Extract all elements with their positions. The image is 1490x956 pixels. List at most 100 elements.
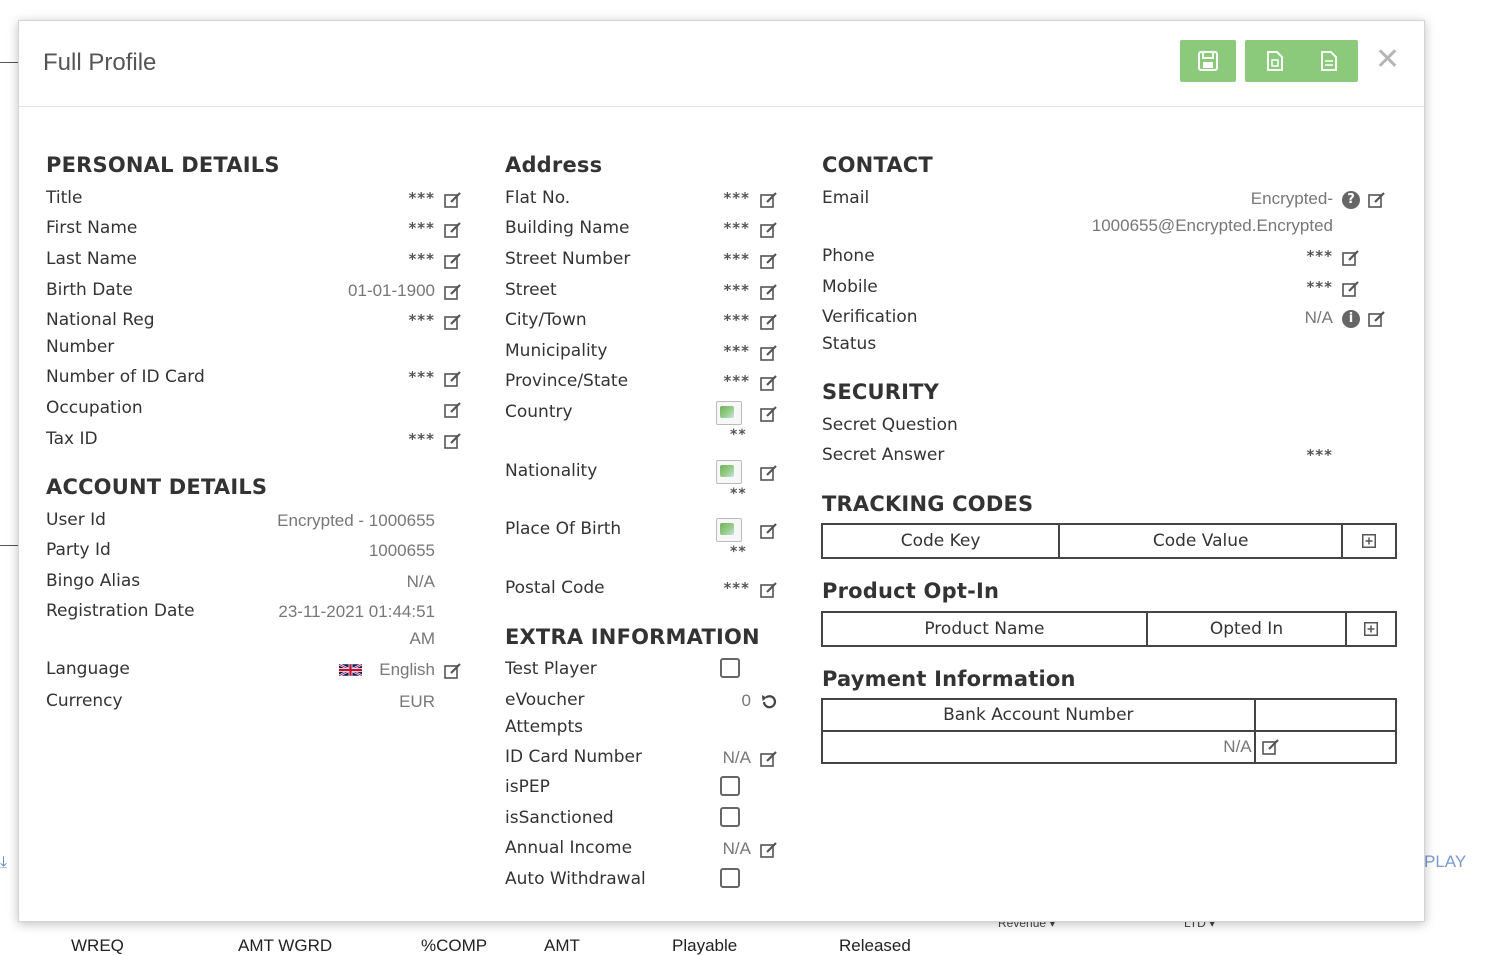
party-id-label: Party Id bbox=[46, 540, 111, 560]
security-heading: SECURITY bbox=[822, 380, 940, 404]
title-label: Title bbox=[46, 188, 83, 208]
edit-icon[interactable] bbox=[760, 283, 778, 301]
user-id-label: User Id bbox=[46, 510, 106, 530]
municipality-value: *** bbox=[723, 342, 750, 360]
info-icon[interactable]: i bbox=[1342, 310, 1360, 328]
street-number-value: *** bbox=[723, 250, 750, 268]
edit-icon[interactable] bbox=[1368, 310, 1386, 328]
country-flag-image: ** bbox=[716, 401, 746, 443]
payment-empty-header bbox=[1253, 698, 1398, 732]
export-doc-icon[interactable] bbox=[1320, 51, 1338, 71]
currency-label: Currency bbox=[46, 691, 123, 711]
national-reg-value: *** bbox=[408, 311, 435, 329]
background-divider bbox=[0, 62, 18, 63]
product-opt-in-table: Product Name Opted In bbox=[821, 611, 1397, 647]
edit-icon[interactable] bbox=[1368, 191, 1386, 209]
bank-account-number-value: N/A bbox=[821, 730, 1256, 764]
email-label: Email bbox=[822, 188, 870, 208]
mobile-label: Mobile bbox=[822, 277, 878, 297]
tracking-codes-table: Code Key Code Value bbox=[820, 523, 1397, 559]
edit-icon[interactable] bbox=[760, 464, 778, 482]
language-value: English bbox=[379, 660, 435, 679]
building-name-label: Building Name bbox=[505, 218, 630, 238]
edit-icon[interactable] bbox=[1342, 249, 1360, 267]
code-value-header: Code Value bbox=[1058, 523, 1344, 559]
edit-icon[interactable] bbox=[760, 344, 778, 362]
edit-icon[interactable] bbox=[760, 191, 778, 209]
city-value: *** bbox=[723, 311, 750, 329]
reset-icon[interactable] bbox=[760, 693, 778, 711]
edit-icon[interactable] bbox=[760, 374, 778, 392]
modal-header: Full Profile ✕ bbox=[19, 21, 1424, 107]
add-icon bbox=[1362, 534, 1377, 548]
edit-icon[interactable] bbox=[760, 841, 778, 859]
edit-icon[interactable] bbox=[444, 432, 462, 450]
column-header: Playable bbox=[672, 936, 738, 955]
auto-withdrawal-checkbox[interactable] bbox=[720, 868, 740, 888]
building-name-value: *** bbox=[723, 219, 750, 237]
registration-date-value-line2: AM bbox=[409, 629, 436, 648]
tax-id-value: *** bbox=[408, 430, 435, 448]
payment-information-heading: Payment Information bbox=[822, 667, 1076, 691]
contact-heading: CONTACT bbox=[822, 153, 933, 177]
test-player-checkbox[interactable] bbox=[720, 658, 740, 678]
add-product-opt-in-button[interactable] bbox=[1345, 611, 1397, 647]
issanctioned-label: isSanctioned bbox=[505, 808, 614, 828]
user-id-value: Encrypted - 1000655 bbox=[277, 511, 435, 530]
party-id-value: 1000655 bbox=[368, 541, 435, 560]
nationality-value: ** bbox=[730, 486, 747, 502]
save-button[interactable] bbox=[1180, 40, 1236, 82]
edit-icon[interactable] bbox=[1342, 280, 1360, 298]
issanctioned-checkbox[interactable] bbox=[720, 807, 740, 827]
id-card-value: *** bbox=[408, 368, 435, 386]
street-value: *** bbox=[723, 281, 750, 299]
secret-answer-value: *** bbox=[1306, 446, 1333, 464]
occupation-label: Occupation bbox=[46, 398, 143, 418]
edit-icon[interactable] bbox=[760, 252, 778, 270]
play-link[interactable]: PLAY bbox=[1424, 852, 1466, 872]
edit-icon[interactable] bbox=[444, 252, 462, 270]
edit-icon[interactable] bbox=[444, 221, 462, 239]
edit-icon[interactable] bbox=[444, 370, 462, 388]
edit-icon[interactable] bbox=[444, 662, 462, 680]
close-icon[interactable]: ✕ bbox=[1375, 45, 1400, 75]
mobile-value: *** bbox=[1306, 278, 1333, 296]
edit-icon[interactable] bbox=[760, 522, 778, 540]
edit-icon[interactable] bbox=[444, 401, 462, 419]
export-pdf-icon[interactable] bbox=[1266, 51, 1284, 71]
edit-icon[interactable] bbox=[444, 191, 462, 209]
edit-icon[interactable] bbox=[1261, 738, 1280, 756]
download-icon[interactable]: ⤓ bbox=[0, 852, 7, 872]
nationality-flag-image: ** bbox=[716, 460, 746, 502]
verification-status-value: N/A bbox=[1304, 308, 1333, 327]
postal-code-label: Postal Code bbox=[505, 578, 605, 598]
edit-icon[interactable] bbox=[760, 581, 778, 599]
column-header: AMT bbox=[544, 936, 580, 955]
birth-date-label: Birth Date bbox=[46, 280, 133, 300]
ispep-checkbox[interactable] bbox=[720, 776, 740, 796]
registration-date-value: 23-11-2021 01:44:51 bbox=[278, 602, 435, 621]
extra-information-heading: EXTRA INFORMATION bbox=[505, 625, 760, 649]
help-icon[interactable]: ? bbox=[1342, 191, 1360, 209]
export-button-group[interactable] bbox=[1245, 40, 1358, 82]
edit-icon[interactable] bbox=[760, 313, 778, 331]
national-reg-label: National Reg bbox=[46, 310, 155, 330]
bingo-alias-label: Bingo Alias bbox=[46, 571, 141, 591]
edit-icon[interactable] bbox=[760, 405, 778, 423]
full-profile-modal: Full Profile ✕ PERSONAL DETAILS Title **… bbox=[18, 20, 1425, 922]
background-divider bbox=[0, 545, 18, 546]
currency-value: EUR bbox=[399, 692, 435, 711]
municipality-label: Municipality bbox=[505, 341, 608, 361]
edit-bank-account-cell[interactable] bbox=[1253, 730, 1398, 764]
edit-icon[interactable] bbox=[760, 221, 778, 239]
email-value: Encrypted- bbox=[1250, 189, 1333, 208]
edit-icon[interactable] bbox=[444, 313, 462, 331]
edit-icon[interactable] bbox=[760, 750, 778, 768]
phone-value: *** bbox=[1306, 247, 1333, 265]
id-card-number-value: N/A bbox=[722, 748, 751, 767]
add-tracking-code-button[interactable] bbox=[1341, 523, 1397, 559]
phone-label: Phone bbox=[822, 246, 875, 266]
opted-in-header: Opted In bbox=[1145, 611, 1348, 647]
edit-icon[interactable] bbox=[444, 283, 462, 301]
payment-information-table: Bank Account Number N/A bbox=[821, 698, 1398, 764]
